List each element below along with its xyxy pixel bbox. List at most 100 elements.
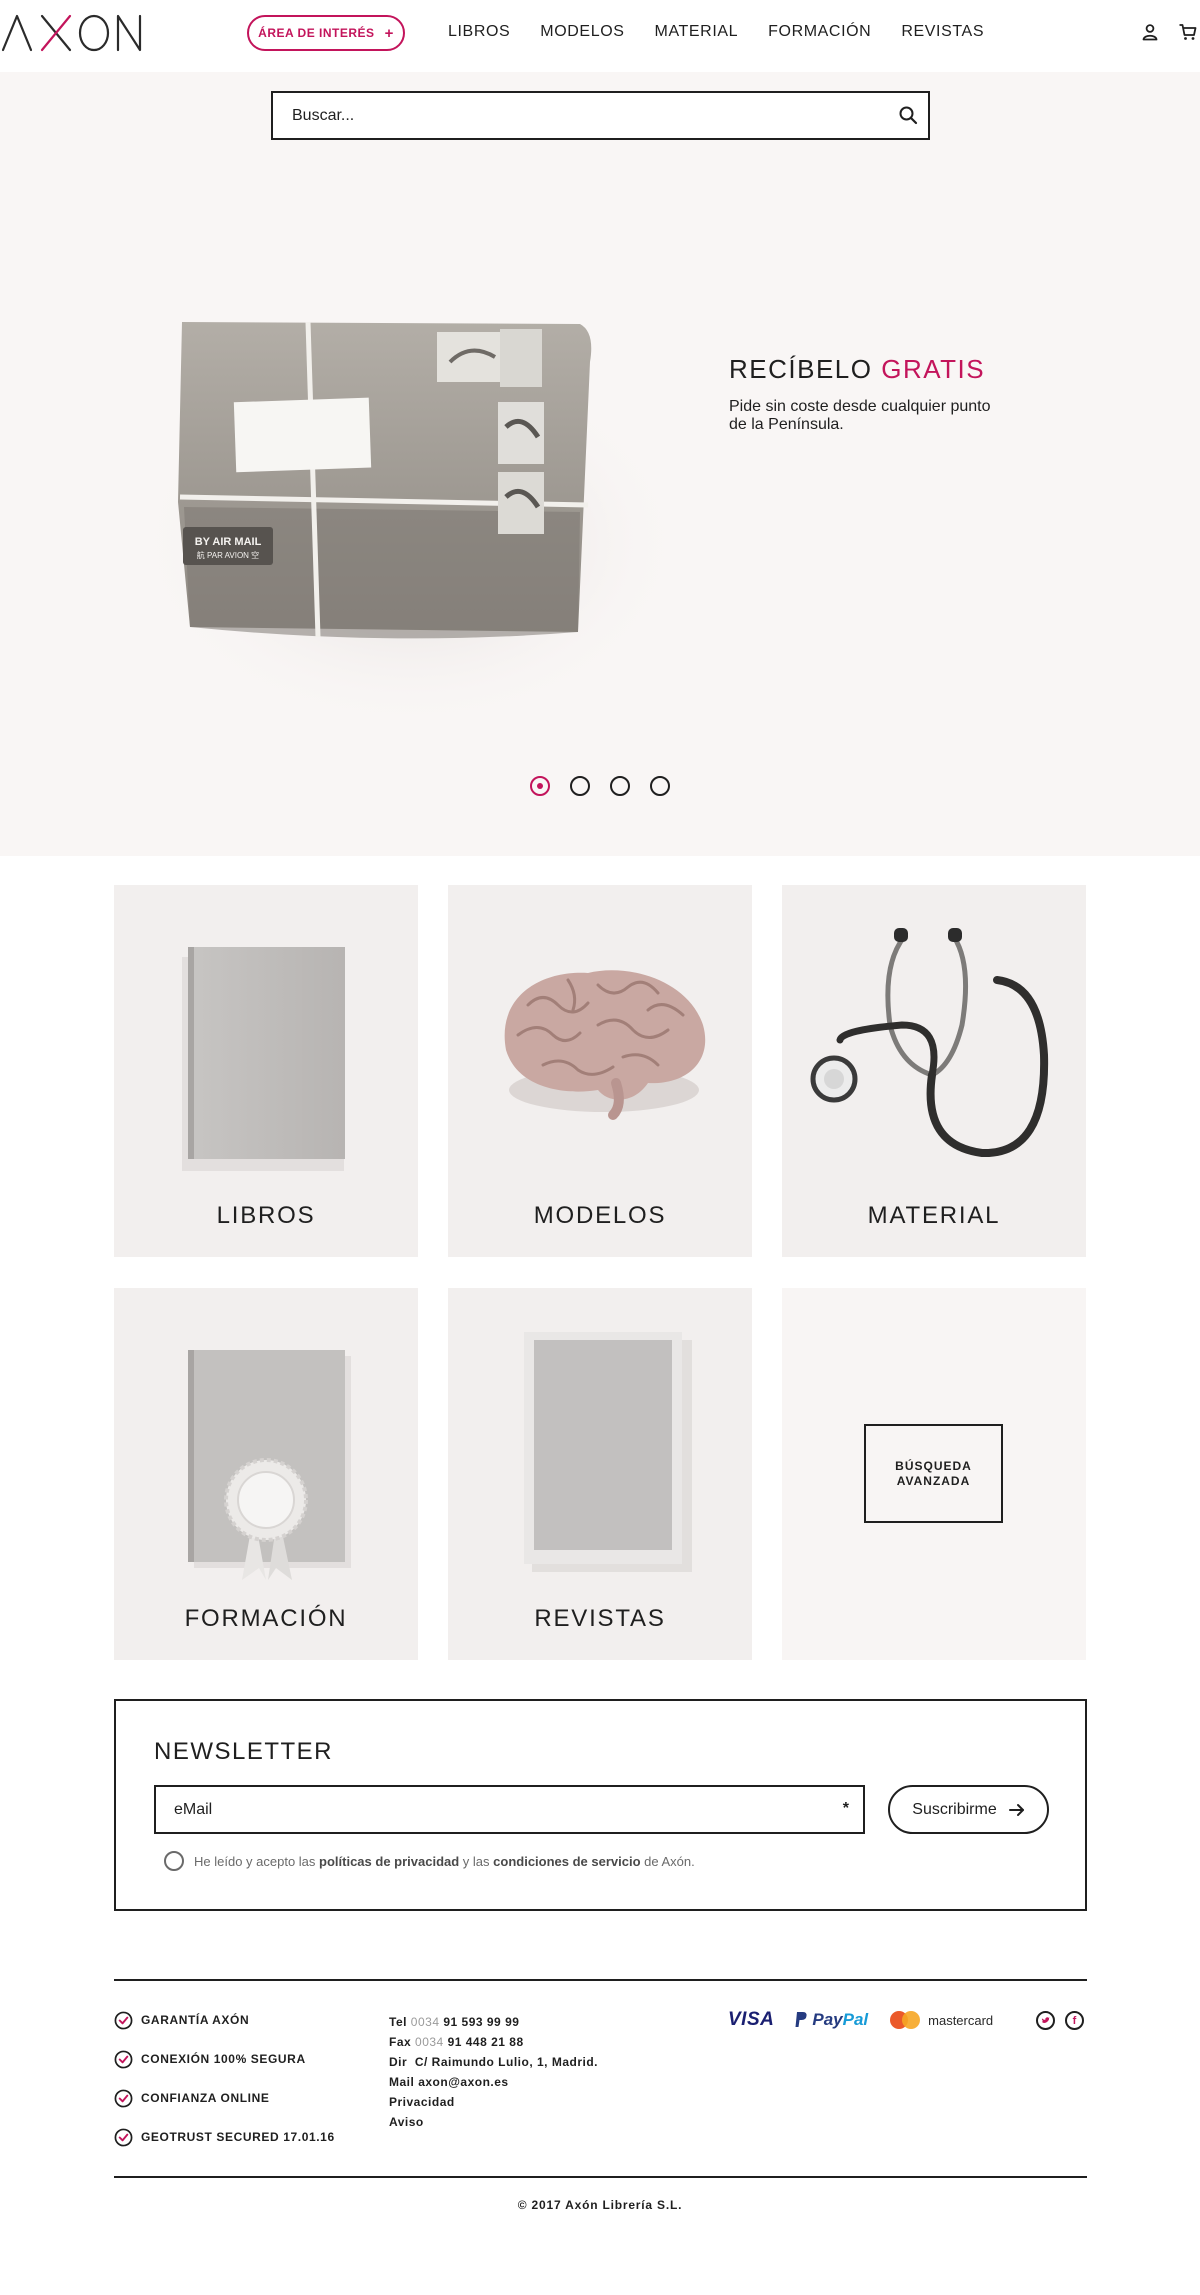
dir-label: Dir (389, 2055, 408, 2069)
mastercard-icon (890, 2011, 921, 2029)
category-material[interactable]: MATERIAL (782, 885, 1086, 1257)
parcel-image: BY AIR MAIL 航 PAR AVION 空 (150, 321, 690, 732)
guarantee-label: GARANTÍA AXÓN (141, 2013, 250, 2027)
category-label-formacion: FORMACIÓN (184, 1605, 348, 1632)
search-input[interactable] (273, 93, 863, 138)
footer-bottom-divider (114, 2176, 1087, 2178)
slider-dot-2[interactable] (570, 776, 590, 796)
guarantee-item: CONEXIÓN 100% SEGURA (114, 2049, 335, 2069)
twitter-icon[interactable] (1036, 2011, 1055, 2030)
consent-radio[interactable] (164, 1851, 184, 1871)
slider-dot-3[interactable] (610, 776, 630, 796)
search-box (271, 91, 930, 140)
main-nav: LIBROS MODELOS MATERIAL FORMACIÓN REVIST… (448, 23, 984, 41)
slider-dot-1[interactable] (530, 776, 550, 796)
magazine-image (524, 1332, 692, 1572)
guarantee-list: GARANTÍA AXÓN CONEXIÓN 100% SEGURA CONFI… (114, 2010, 335, 2166)
category-label-material: MATERIAL (867, 1202, 1001, 1229)
nav-libros[interactable]: LIBROS (448, 23, 510, 41)
paypal-logo: Pay Pal (794, 2010, 868, 2030)
consent-text-3: de Axón. (640, 1853, 695, 1869)
guarantee-item: CONFIANZA ONLINE (114, 2088, 335, 2108)
mastercard-text: mastercard (928, 2012, 994, 2028)
site-header: ÁREA DE INTERÉS + LIBROS MODELOS MATERIA… (0, 0, 1200, 72)
contact-tel: Tel 0034 91 593 99 99 (389, 2012, 598, 2032)
arrow-right-icon (1008, 1803, 1024, 1816)
promo-title: RECÍBELO GRATIS (729, 354, 985, 385)
contact-address: Dir C/ Raimundo Lulio, 1, Madrid. (389, 2052, 598, 2072)
tel-number[interactable]: 91 593 99 99 (443, 2015, 519, 2029)
promo-text: Pide sin coste desde cualquier punto de … (729, 398, 991, 433)
parcel-label-paravion: 航 PAR AVION 空 (197, 550, 259, 560)
nav-material[interactable]: MATERIAL (655, 23, 739, 41)
cart-icon[interactable] (1178, 22, 1198, 42)
facebook-icon[interactable]: f (1065, 2011, 1084, 2030)
privacy-policy-link[interactable]: políticas de privacidad (319, 1854, 459, 1869)
fax-prefix: 0034 (415, 2035, 444, 2049)
category-label-modelos: MODELOS (533, 1202, 667, 1229)
paypal-text-1: Pay (812, 2010, 843, 2029)
newsletter-title: NEWSLETTER (154, 1738, 334, 1765)
contact-mail: Mail axon@axon.es (389, 2072, 598, 2092)
advanced-search-line2: AVANZADA (896, 1473, 971, 1488)
slider-dot-4[interactable] (650, 776, 670, 796)
book-image (182, 947, 345, 1171)
advanced-search-button[interactable]: BÚSQUEDA AVANZADA (864, 1424, 1003, 1523)
visa-logo: VISA (728, 2009, 775, 2030)
guarantee-label: CONEXIÓN 100% SEGURA (141, 2052, 306, 2066)
user-icon[interactable] (1140, 22, 1160, 42)
nav-revistas[interactable]: REVISTAS (901, 23, 984, 41)
consent-text: He leído y acepto las políticas de priva… (194, 1854, 695, 1869)
subscribe-button[interactable]: Suscribirme (888, 1785, 1049, 1834)
check-circle-icon (114, 2050, 133, 2068)
paypal-icon (795, 2012, 807, 2027)
parcel-label-airmail: BY AIR MAIL (195, 536, 262, 548)
stethoscope-image (810, 928, 1049, 1158)
check-circle-icon (114, 2011, 133, 2029)
contact-fax: Fax 0034 91 448 21 88 (389, 2032, 598, 2052)
category-revistas[interactable]: REVISTAS (448, 1288, 752, 1660)
category-modelos[interactable]: MODELOS (448, 885, 752, 1257)
consent-text-2: y las (459, 1853, 494, 1869)
promo-title-accent: GRATIS (881, 354, 986, 384)
consent-row: He leído y acepto las políticas de priva… (164, 1851, 695, 1871)
fax-label: Fax (389, 2035, 412, 2049)
category-libros[interactable]: LIBROS (114, 885, 418, 1257)
consent-text-1: He leído y acepto las (194, 1853, 320, 1869)
area-of-interest-button[interactable]: ÁREA DE INTERÉS + (247, 15, 405, 51)
fax-number: 91 448 21 88 (447, 2035, 524, 2049)
mail-label: Mail (389, 2075, 415, 2089)
promo-title-plain: RECÍBELO (729, 354, 882, 384)
check-circle-icon (114, 2128, 133, 2146)
footer-top-divider (114, 1979, 1087, 1981)
privacy-link[interactable]: Privacidad (389, 2092, 598, 2112)
nav-modelos[interactable]: MODELOS (540, 23, 624, 41)
category-formacion[interactable]: FORMACIÓN (114, 1288, 418, 1660)
paypal-text-2: Pal (842, 2010, 869, 2029)
guarantee-label: CONFIANZA ONLINE (141, 2091, 270, 2105)
nav-formacion[interactable]: FORMACIÓN (768, 23, 871, 41)
contact-info: Tel 0034 91 593 99 99 Fax 0034 91 448 21… (389, 2012, 598, 2132)
required-mark: * (842, 1800, 849, 1817)
slider-dots (530, 776, 670, 796)
mail-link[interactable]: axon@axon.es (418, 2075, 508, 2089)
advanced-search-line1: BÚSQUEDA (895, 1458, 972, 1473)
category-label-revistas: REVISTAS (534, 1605, 666, 1632)
axon-logo[interactable] (0, 10, 145, 56)
area-of-interest-label: ÁREA DE INTERÉS (258, 26, 375, 40)
advanced-search-card: BÚSQUEDA AVANZADA (782, 1288, 1086, 1660)
social-links: f (1036, 2011, 1084, 2030)
search-icon[interactable] (898, 105, 918, 125)
subscribe-label: Suscribirme (912, 1800, 997, 1818)
category-label-libros: LIBROS (216, 1202, 316, 1229)
email-field[interactable] (156, 1787, 836, 1832)
tel-prefix: 0034 (410, 2015, 440, 2029)
copyright: © 2017 Axón Librería S.L. (517, 2198, 683, 2212)
guarantee-label: GEOTRUST SECURED 17.01.16 (141, 2130, 335, 2144)
terms-link[interactable]: condiciones de servicio (493, 1854, 640, 1869)
dir-value: C/ Raimundo Lulio, 1, Madrid. (414, 2055, 599, 2069)
certificate-book-image (188, 1350, 351, 1580)
email-field-box: * (154, 1785, 865, 1834)
check-circle-icon (114, 2089, 133, 2107)
legal-notice-link[interactable]: Aviso (389, 2112, 598, 2132)
